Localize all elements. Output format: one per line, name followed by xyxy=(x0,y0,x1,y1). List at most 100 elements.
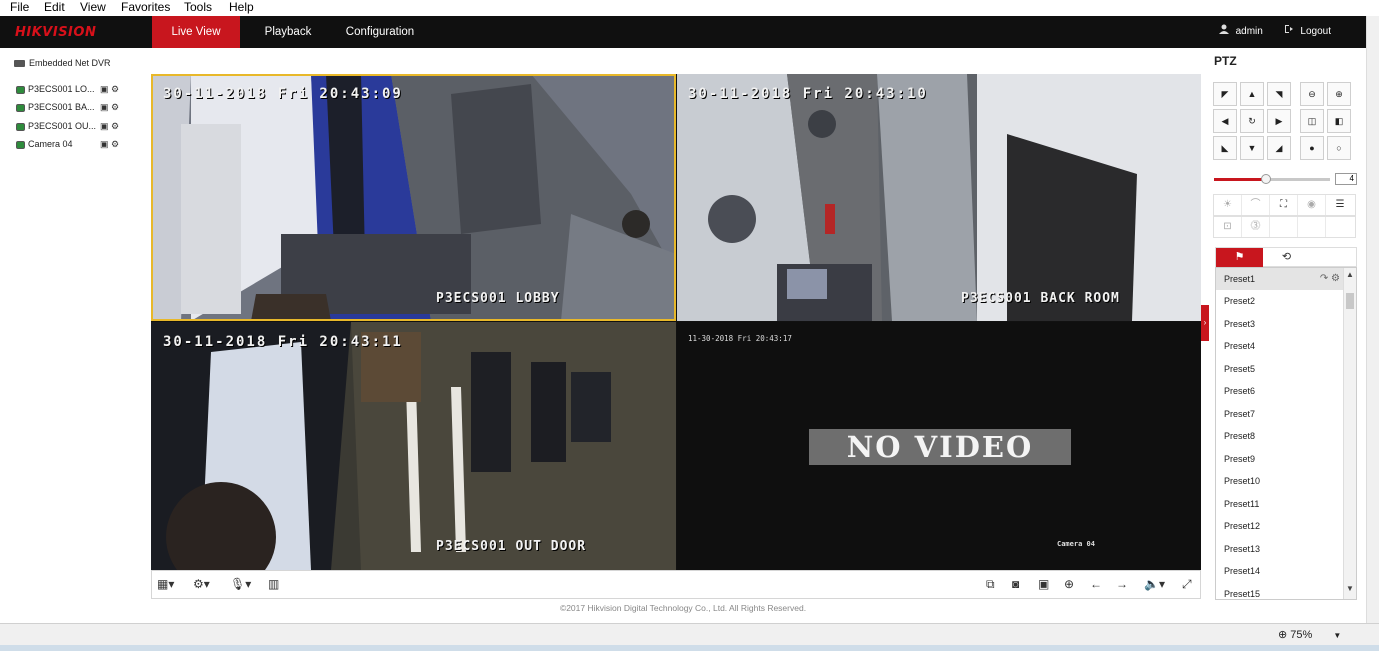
3d-zoom-icon[interactable]: ⓷ xyxy=(1242,217,1270,237)
preset-item[interactable]: Preset6 xyxy=(1216,380,1344,402)
tile-timestamp: 30-11-2018 Fri 20:43:10 xyxy=(688,86,928,102)
preset-item[interactable]: Preset2 xyxy=(1216,290,1344,312)
set-preset-icon[interactable]: ⚙ xyxy=(1331,273,1340,284)
record-icon[interactable]: ▣ xyxy=(100,84,109,94)
zoom-control[interactable]: ⊕ 75% ▼ xyxy=(1278,628,1341,641)
menu-favorites[interactable]: Favorites xyxy=(121,0,170,14)
menu-file[interactable]: File xyxy=(10,0,29,14)
ptz-icon[interactable]: ⚙ xyxy=(111,121,119,131)
tab-presets[interactable]: ⚑ xyxy=(1216,248,1263,267)
focus-near-icon[interactable]: ◫ xyxy=(1300,109,1324,133)
window-layout-icon[interactable]: ▦▾ xyxy=(157,577,174,591)
preset-actions: ↷ ⚙ xyxy=(1320,268,1340,290)
menu-view[interactable]: View xyxy=(80,0,106,14)
preset-item[interactable]: Preset5 xyxy=(1216,358,1344,380)
stop-all-icon[interactable]: ▥ xyxy=(268,577,279,591)
pan-up-button[interactable]: ▲ xyxy=(1240,82,1264,106)
pan-up-left-button[interactable]: ◤ xyxy=(1213,82,1237,106)
pan-right-button[interactable]: ▶ xyxy=(1267,109,1291,133)
menu-icon[interactable]: ☰ xyxy=(1326,195,1354,215)
camera-snapshot-icon[interactable]: ◙ xyxy=(1012,577,1019,591)
iris-open-icon[interactable]: ○ xyxy=(1327,136,1351,160)
live-view-toolbar: ▦▾ ⚙▾ 🎙▾ ▥ ⧉ ◙ ▣ ⊕ ← → 🔈▾ ⤢ xyxy=(151,570,1201,599)
stream-type-icon[interactable]: ⚙▾ xyxy=(193,577,210,591)
preset-item[interactable]: Preset15 xyxy=(1216,583,1344,599)
record-icon[interactable]: ▣ xyxy=(100,139,109,149)
ptz-icon[interactable]: ⚙ xyxy=(111,139,119,149)
menu-help[interactable]: Help xyxy=(229,0,254,14)
page-scrollbar[interactable] xyxy=(1366,16,1379,623)
next-page-icon[interactable]: → xyxy=(1116,577,1128,591)
record-clip-icon[interactable]: ▣ xyxy=(1038,577,1049,591)
focus-far-icon[interactable]: ◧ xyxy=(1327,109,1351,133)
video-tile-back-room[interactable]: 30-11-2018 Fri 20:43:10 P3ECS001 BACK RO… xyxy=(677,74,1201,321)
previous-page-icon[interactable]: ← xyxy=(1090,577,1102,591)
scroll-down-icon[interactable]: ▼ xyxy=(1346,584,1354,593)
microphone-icon[interactable]: 🎙▾ xyxy=(230,577,251,591)
device-node[interactable]: Embedded Net DVR xyxy=(14,58,111,68)
tile-camera-name: P3ECS001 OUT DOOR xyxy=(436,539,587,554)
preset-scrollbar[interactable]: ▲ ▼ xyxy=(1343,268,1356,599)
camera-label: P3ECS001 BA... xyxy=(28,102,95,112)
preset-item[interactable]: Preset3 xyxy=(1216,313,1344,335)
record-icon[interactable]: ▣ xyxy=(100,121,109,131)
pan-down-left-button[interactable]: ◣ xyxy=(1213,136,1237,160)
menu-edit[interactable]: Edit xyxy=(44,0,65,14)
zoom-in-icon[interactable]: ⊕ xyxy=(1327,82,1351,106)
preset-item[interactable]: Preset14 xyxy=(1216,560,1344,582)
auto-pan-button[interactable]: ↻ xyxy=(1240,109,1264,133)
pan-down-button[interactable]: ▼ xyxy=(1240,136,1264,160)
pan-left-button[interactable]: ◀ xyxy=(1213,109,1237,133)
preset-item[interactable]: Preset7 xyxy=(1216,403,1344,425)
camera-item[interactable]: Camera 04 ▣ ⚙ xyxy=(16,137,146,151)
logout-link[interactable]: Logout xyxy=(1300,16,1331,48)
preset-scroll-thumb[interactable] xyxy=(1346,293,1354,309)
ptz-icon[interactable]: ⚙ xyxy=(111,102,119,112)
camera-item[interactable]: P3ECS001 OU... ▣ ⚙ xyxy=(16,119,146,133)
capture-icon[interactable]: ⧉ xyxy=(986,577,995,592)
ptz-title: PTZ xyxy=(1214,54,1237,68)
speed-slider-handle[interactable] xyxy=(1261,174,1271,184)
username[interactable]: admin xyxy=(1236,16,1263,48)
pan-up-right-button[interactable]: ◥ xyxy=(1267,82,1291,106)
video-tile-lobby[interactable]: 30-11-2018 Fri 20:43:09 P3ECS001 LOBBY xyxy=(151,74,676,321)
focus-assist-icon[interactable]: ⛶ xyxy=(1270,195,1298,215)
preset-item[interactable]: Preset4 xyxy=(1216,335,1344,357)
preset-item[interactable]: Preset8 xyxy=(1216,425,1344,447)
light-icon[interactable]: ☀ xyxy=(1214,195,1242,215)
tab-patrols[interactable]: ⟲ xyxy=(1263,248,1310,267)
tab-pattern[interactable] xyxy=(1310,248,1357,267)
chevron-down-icon[interactable]: ▼ xyxy=(1333,631,1341,640)
digital-zoom-icon[interactable]: ⊕ xyxy=(1064,577,1074,591)
preset-item[interactable]: Preset9 xyxy=(1216,448,1344,470)
camera-item[interactable]: P3ECS001 BA... ▣ ⚙ xyxy=(16,100,146,114)
call-preset-icon[interactable]: ↷ xyxy=(1320,273,1328,284)
pan-down-right-button[interactable]: ◢ xyxy=(1267,136,1291,160)
tab-configuration[interactable]: Configuration xyxy=(336,16,424,48)
zoom-out-icon[interactable]: ⊖ xyxy=(1300,82,1324,106)
preset-item[interactable]: Preset13 xyxy=(1216,538,1344,560)
iris-close-icon[interactable]: ● xyxy=(1300,136,1324,160)
scroll-up-icon[interactable]: ▲ xyxy=(1346,270,1354,279)
record-icon[interactable]: ▣ xyxy=(100,102,109,112)
tab-live-view[interactable]: Live View xyxy=(152,16,240,48)
ptz-speed-slider[interactable] xyxy=(1214,174,1330,184)
camera-icon xyxy=(16,140,25,149)
manual-track-icon[interactable]: ⊡ xyxy=(1214,217,1242,237)
preset-item[interactable]: Preset12 xyxy=(1216,515,1344,537)
preset-item[interactable]: Preset10 xyxy=(1216,470,1344,492)
ptz-icon[interactable]: ⚙ xyxy=(111,84,119,94)
volume-icon[interactable]: 🔈▾ xyxy=(1144,577,1165,591)
preset-item[interactable]: Preset11 xyxy=(1216,493,1344,515)
menu-tools[interactable]: Tools xyxy=(184,0,212,14)
tab-playback[interactable]: Playback xyxy=(248,16,328,48)
camera-item[interactable]: P3ECS001 LO... ▣ ⚙ xyxy=(16,82,146,96)
empty-slot xyxy=(1298,217,1326,237)
video-tile-camera-04[interactable]: 11-30-2018 Fri 20:43:17 NO VIDEO Camera … xyxy=(677,322,1201,570)
video-tile-out-door[interactable]: 30-11-2018 Fri 20:43:11 P3ECS001 OUT DOO… xyxy=(151,322,676,570)
fullscreen-icon[interactable]: ⤢ xyxy=(1182,577,1192,592)
lens-init-icon[interactable]: ◉ xyxy=(1298,195,1326,215)
ptz-collapse-handle[interactable]: › xyxy=(1201,305,1209,341)
preset-item[interactable]: Preset1 ↷ ⚙ xyxy=(1216,268,1344,290)
wiper-icon[interactable]: ⌒ xyxy=(1242,195,1270,215)
